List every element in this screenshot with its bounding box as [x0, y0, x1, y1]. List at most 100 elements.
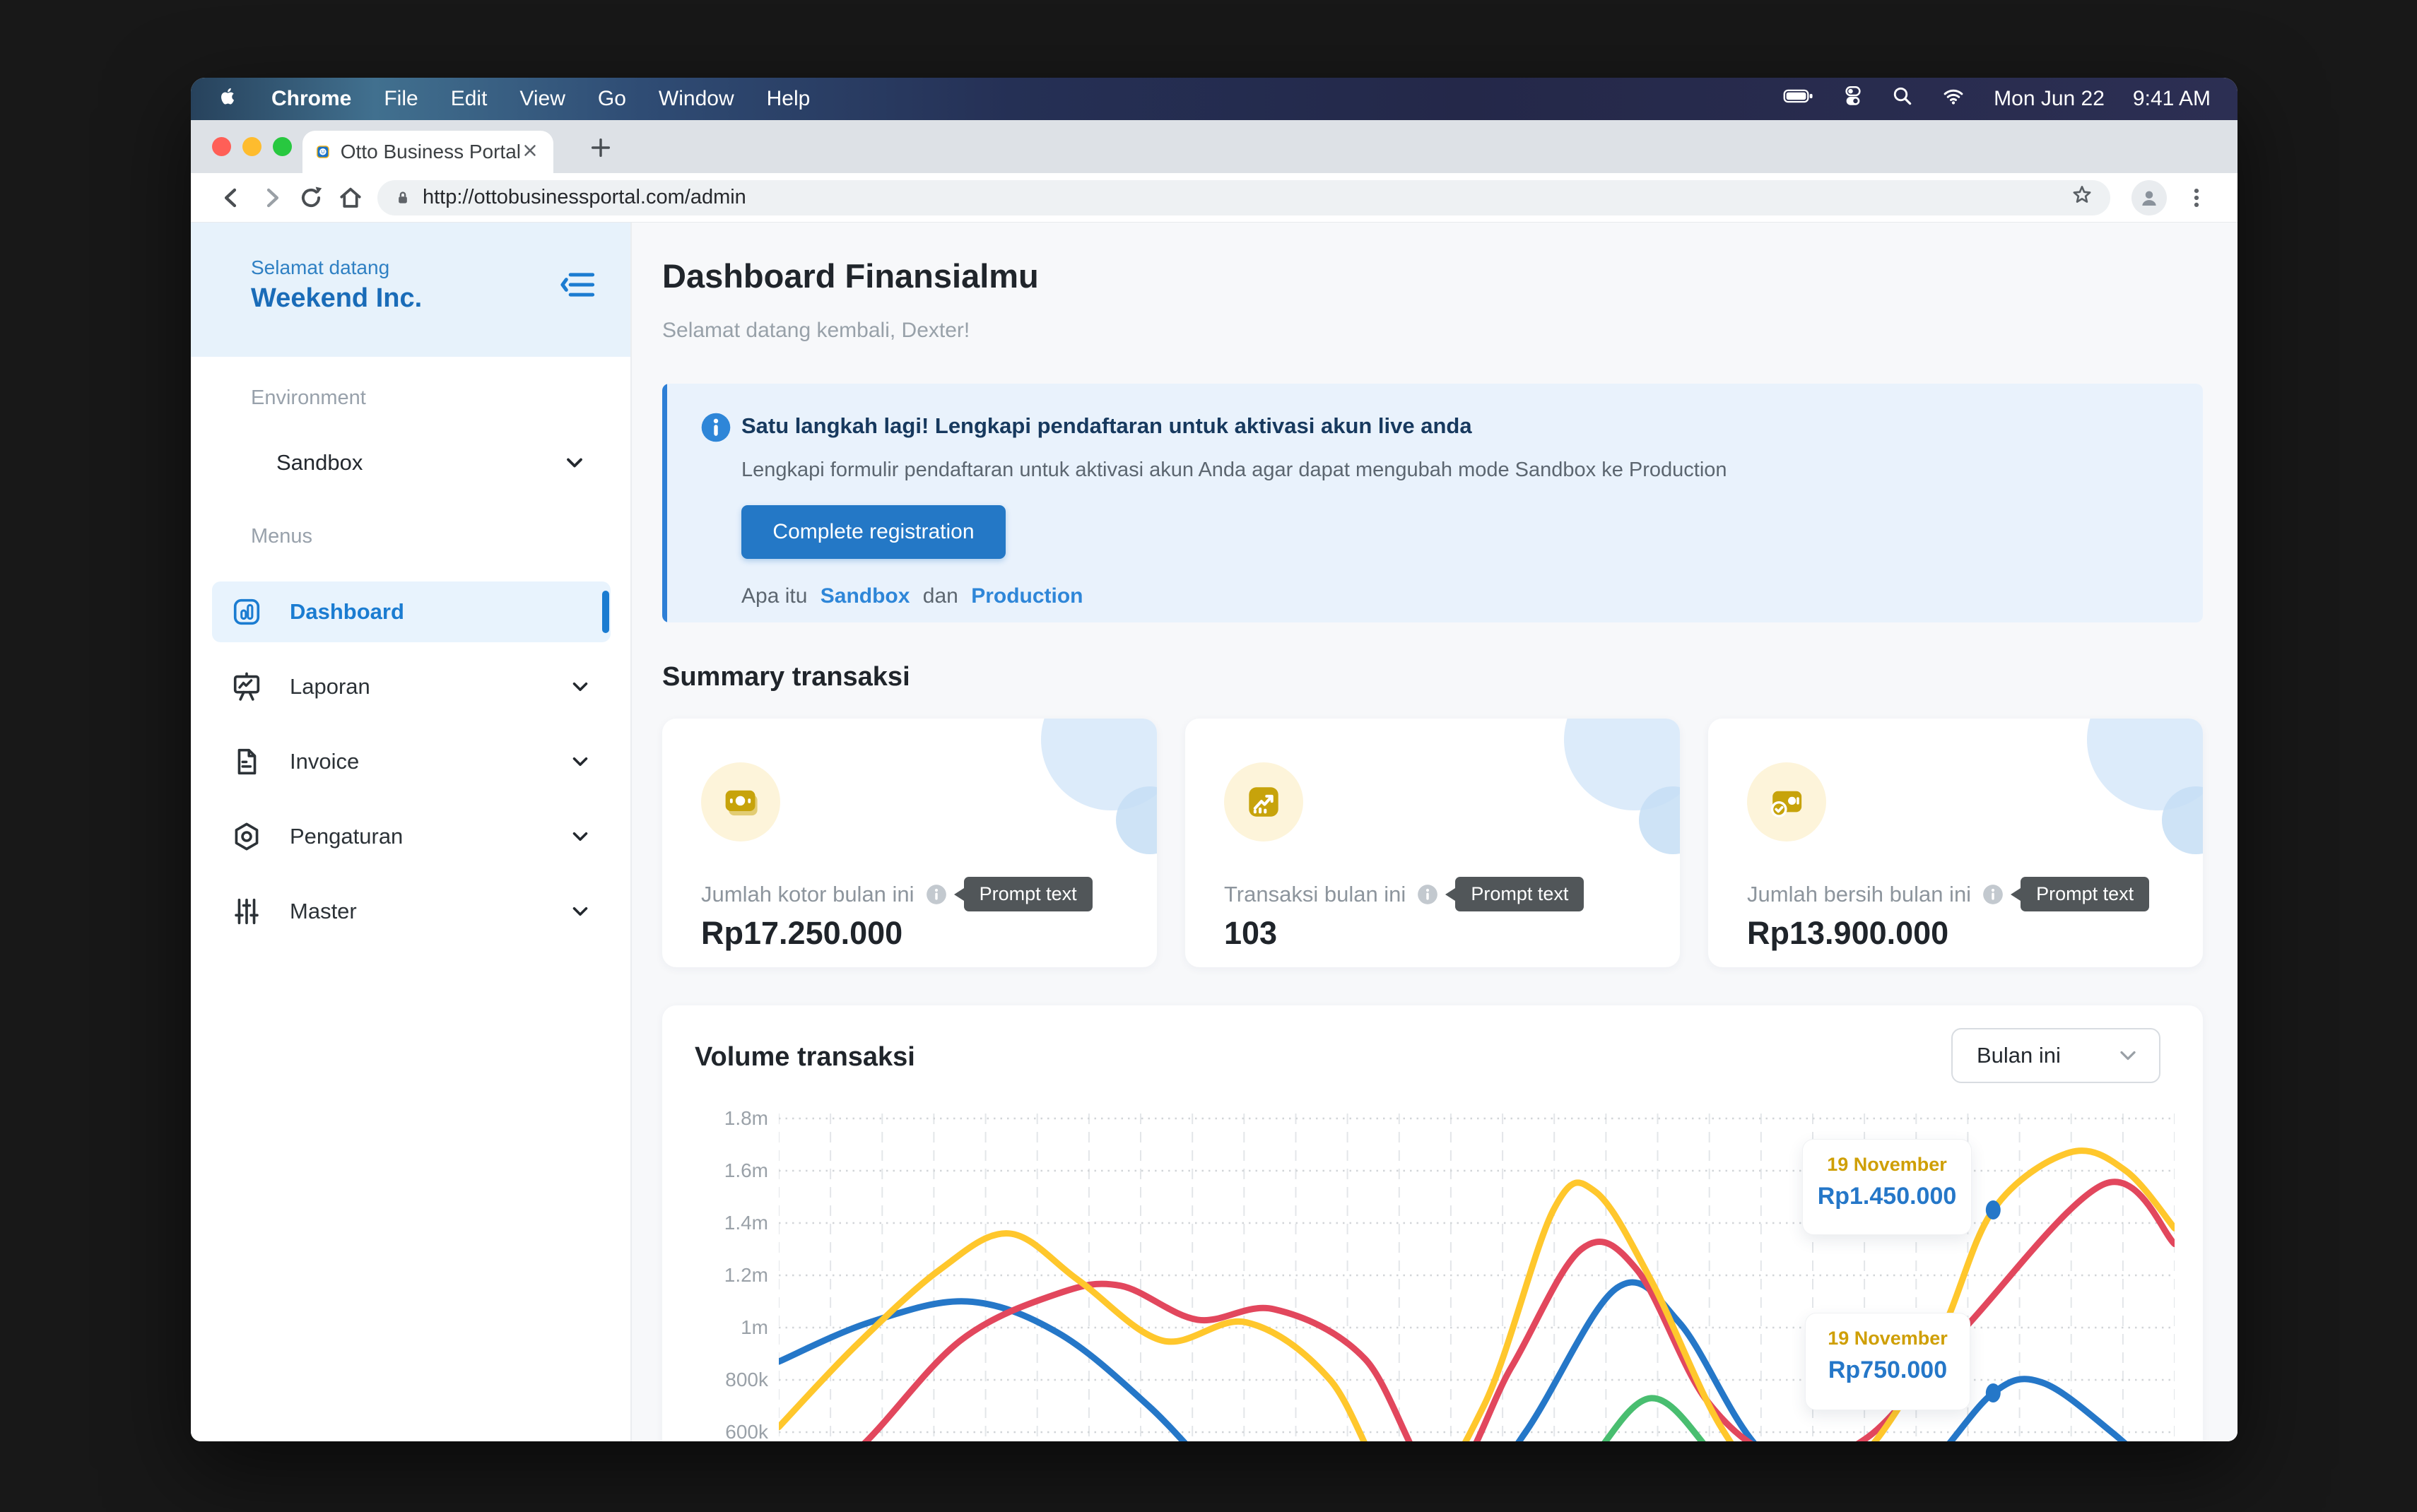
- settings-icon: [230, 820, 263, 853]
- environment-label: Environment: [251, 386, 366, 410]
- hover-marker-dot: [1986, 1200, 2001, 1219]
- close-window-button[interactable]: [212, 137, 231, 156]
- tab-strip: Otto Business Portal: [191, 120, 2237, 173]
- home-button[interactable]: [331, 178, 370, 218]
- menu-go[interactable]: Go: [598, 87, 626, 111]
- menu-view[interactable]: View: [519, 87, 565, 111]
- status-time[interactable]: 9:41 AM: [2133, 87, 2211, 111]
- tooltip-value: Rp1.450.000: [1803, 1183, 1971, 1210]
- info-icon[interactable]: [1417, 884, 1438, 905]
- menus-label: Menus: [251, 525, 312, 548]
- footer-conjunction: dan: [923, 584, 958, 608]
- sidebar-item-dashboard[interactable]: Dashboard: [212, 581, 611, 642]
- reload-button[interactable]: [291, 178, 331, 218]
- wallet-check-icon: [1747, 762, 1826, 841]
- sidebar-item-laporan[interactable]: Laporan: [212, 656, 611, 717]
- banner-accent-stripe: [662, 384, 667, 622]
- dashboard-icon: [230, 596, 263, 628]
- url-text: http://ottobusinessportal.com/admin: [423, 186, 2069, 209]
- y-tick-label: 1m: [683, 1313, 768, 1342]
- sidebar-item-label: Dashboard: [290, 599, 592, 625]
- chevron-down-icon: [568, 899, 592, 923]
- card-value: Rp13.900.000: [1747, 915, 1948, 952]
- environment-value: Sandbox: [276, 450, 562, 476]
- y-tick-label: 1.8m: [683, 1104, 768, 1133]
- sidebar: Selamat datang Weekend Inc. Environment …: [191, 223, 632, 1441]
- trend-up-icon: [1224, 762, 1303, 841]
- prompt-tooltip: Prompt text: [964, 877, 1093, 911]
- chart-tooltip: 19 November Rp750.000: [1805, 1313, 1970, 1410]
- macos-menu-bar: Chrome File Edit View Go Window Help: [191, 78, 2237, 120]
- forward-button[interactable]: [252, 178, 291, 218]
- prompt-tooltip: Prompt text: [1455, 877, 1584, 911]
- browser-menu-icon[interactable]: [2177, 178, 2216, 218]
- summary-card-transactions: Transaksi bulan ini Prompt text 103: [1185, 719, 1680, 967]
- sliders-icon: [230, 895, 263, 928]
- browser-tab[interactable]: Otto Business Portal: [302, 131, 553, 173]
- hover-marker-dot: [1986, 1383, 2001, 1402]
- environment-select[interactable]: Sandbox: [251, 440, 587, 485]
- production-link[interactable]: Production: [971, 584, 1083, 608]
- zoom-window-button[interactable]: [273, 137, 292, 156]
- minimize-window-button[interactable]: [242, 137, 261, 156]
- chevron-down-icon: [562, 450, 587, 476]
- sandbox-link[interactable]: Sandbox: [821, 584, 910, 608]
- browser-profile-avatar[interactable]: [2131, 180, 2167, 215]
- info-icon[interactable]: [1982, 884, 2004, 905]
- desktop: Chrome File Edit View Go Window Help: [0, 0, 2417, 1512]
- new-tab-button[interactable]: [589, 136, 613, 163]
- period-filter-dropdown[interactable]: Bulan ini: [1951, 1028, 2160, 1083]
- y-tick-label: 1.2m: [683, 1261, 768, 1289]
- sidebar-item-invoice[interactable]: Invoice: [212, 731, 611, 792]
- battery-icon[interactable]: [1783, 87, 1814, 111]
- chevron-down-icon: [568, 825, 592, 849]
- spotlight-search-icon[interactable]: [1892, 85, 1913, 112]
- invoice-document-icon: [230, 745, 263, 778]
- sidebar-item-label: Laporan: [290, 674, 568, 699]
- complete-registration-button[interactable]: Complete registration: [741, 505, 1006, 559]
- welcome-label: Selamat datang: [251, 256, 389, 279]
- url-bar[interactable]: http://ottobusinessportal.com/admin: [377, 180, 2110, 215]
- chevron-down-icon: [568, 750, 592, 774]
- chevron-down-icon: [2115, 1043, 2141, 1068]
- company-name: Weekend Inc.: [251, 283, 422, 314]
- lock-icon: [393, 188, 413, 208]
- tab-close-icon[interactable]: [521, 141, 539, 163]
- info-icon[interactable]: [926, 884, 947, 905]
- sidebar-item-master[interactable]: Master: [212, 881, 611, 942]
- browser-toolbar: http://ottobusinessportal.com/admin: [191, 173, 2237, 223]
- chart-area[interactable]: 19 November Rp1.450.000 19 November Rp75…: [779, 1109, 2175, 1441]
- control-center-icon[interactable]: [1842, 85, 1864, 112]
- page-content: Selamat datang Weekend Inc. Environment …: [191, 223, 2237, 1441]
- prompt-tooltip: Prompt text: [2021, 877, 2149, 911]
- sidebar-header: Selamat datang Weekend Inc.: [191, 223, 630, 357]
- tooltip-date: 19 November: [1803, 1154, 1971, 1176]
- volume-chart-card: Volume transaksi Bulan ini 1.8m1.6m1.4m1…: [662, 1005, 2203, 1441]
- sidebar-item-label: Pengaturan: [290, 824, 568, 849]
- card-value: Rp17.250.000: [701, 915, 902, 952]
- bookmark-star-icon[interactable]: [2069, 183, 2095, 212]
- menu-edit[interactable]: Edit: [451, 87, 488, 111]
- banner-footer: Apa itu Sandbox dan Production: [741, 584, 1090, 608]
- registration-banner: Satu langkah lagi! Lengkapi pendaftaran …: [662, 384, 2203, 622]
- menu-window[interactable]: Window: [659, 87, 734, 111]
- banner-title: Satu langkah lagi! Lengkapi pendaftaran …: [741, 413, 1472, 439]
- wifi-icon[interactable]: [1941, 85, 1965, 112]
- sidebar-item-label: Invoice: [290, 749, 568, 774]
- main-content: Dashboard Finansialmu Selamat datang kem…: [632, 223, 2237, 1441]
- apple-menu[interactable]: [218, 85, 239, 112]
- chart-title: Volume transaksi: [695, 1042, 915, 1073]
- browser-window: Chrome File Edit View Go Window Help: [191, 78, 2237, 1441]
- menu-help[interactable]: Help: [767, 87, 811, 111]
- menu-file[interactable]: File: [384, 87, 418, 111]
- menu-chrome[interactable]: Chrome: [271, 87, 351, 111]
- apple-icon: [218, 85, 239, 107]
- page-subtitle: Selamat datang kembali, Dexter!: [662, 319, 970, 343]
- sidebar-collapse-icon[interactable]: [560, 266, 596, 307]
- summary-cards: Jumlah kotor bulan ini Prompt text Rp17.…: [662, 719, 2203, 967]
- banner-description: Lengkapi formulir pendaftaran untuk akti…: [741, 459, 1727, 482]
- sidebar-item-pengaturan[interactable]: Pengaturan: [212, 806, 611, 867]
- status-date[interactable]: Mon Jun 22: [1994, 87, 2105, 111]
- card-value: 103: [1224, 915, 1277, 952]
- back-button[interactable]: [212, 178, 252, 218]
